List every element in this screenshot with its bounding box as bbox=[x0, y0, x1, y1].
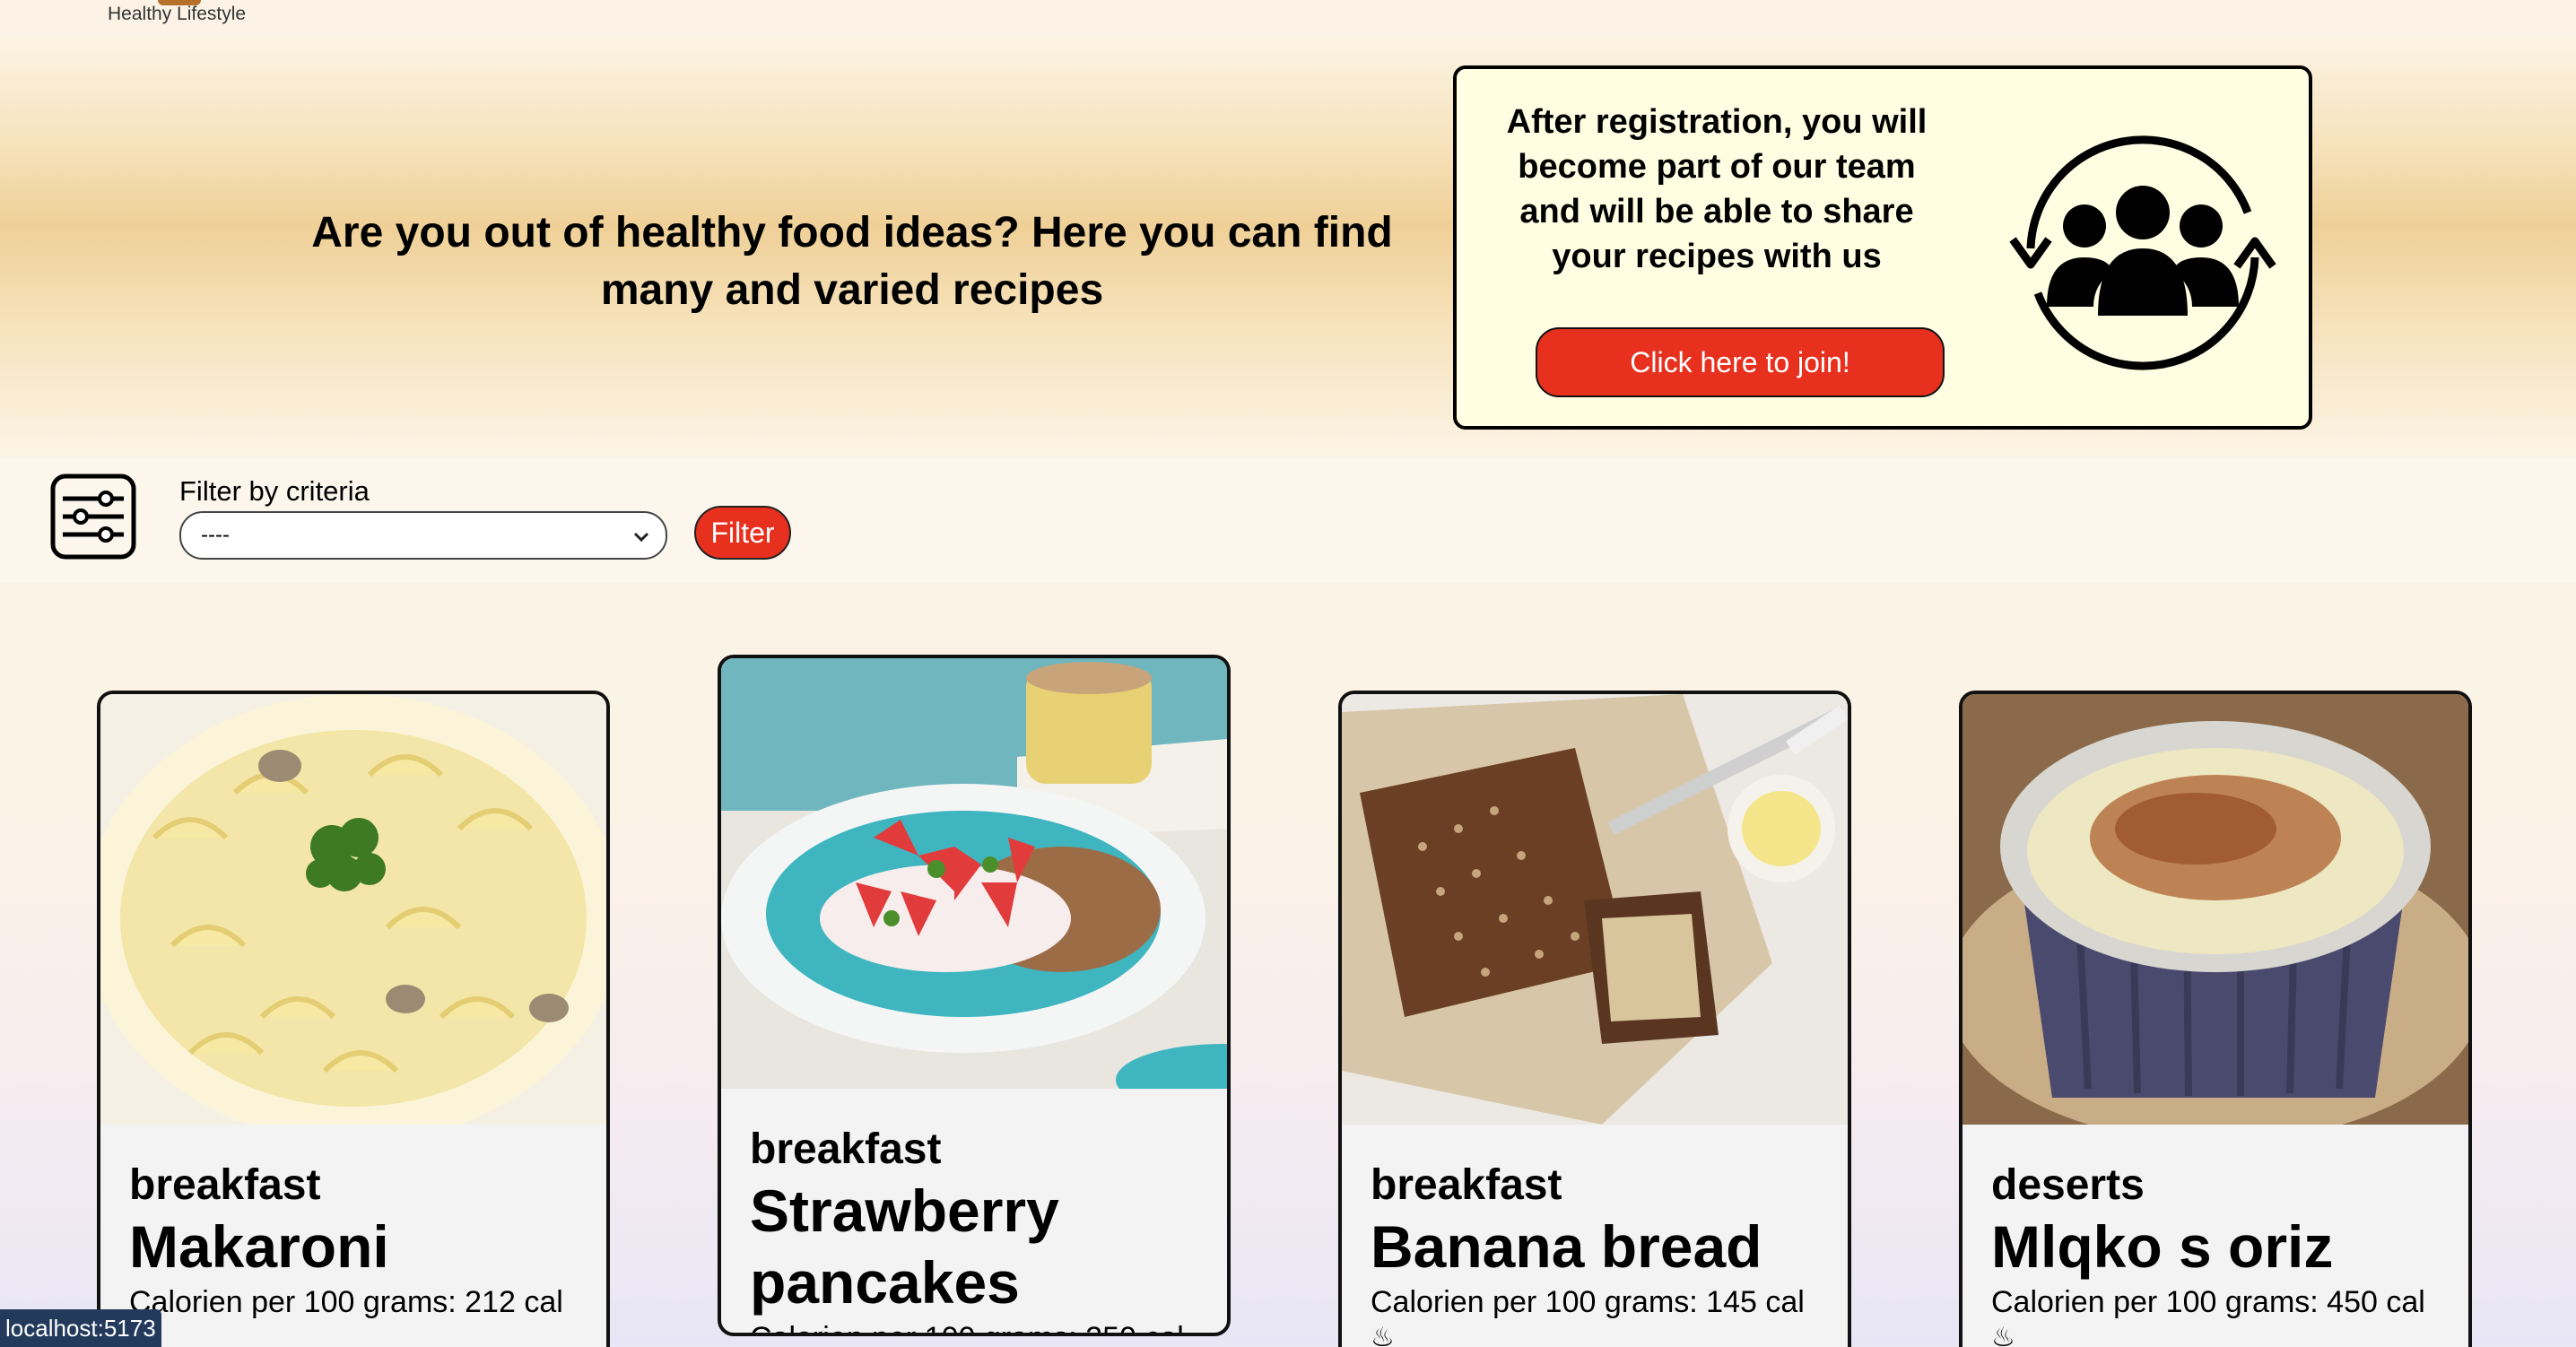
status-url: localhost:5173 bbox=[0, 1309, 161, 1347]
join-card: After registration, you will become part… bbox=[1453, 65, 2312, 430]
recipe-image[interactable] bbox=[721, 658, 1227, 1089]
chef-icon: ♨ bbox=[129, 1322, 578, 1347]
filter-bar: Filter by criteria ---- Filter bbox=[0, 457, 2576, 583]
join-text: After registration, you will become part… bbox=[1506, 103, 1928, 275]
filter-selected-value: ---- bbox=[201, 523, 230, 547]
recipe-body: breakfast Strawberry pancakes Calorien p… bbox=[750, 1125, 1198, 1333]
recipe-image[interactable] bbox=[100, 694, 606, 1125]
recipe-card[interactable]: breakfast Makaroni Calorien per 100 gram… bbox=[97, 691, 610, 1347]
recipe-category: breakfast bbox=[750, 1125, 942, 1173]
recipe-body: breakfast Makaroni Calorien per 100 gram… bbox=[129, 1160, 578, 1347]
recipe-category: breakfast bbox=[129, 1161, 321, 1209]
team-icon bbox=[2009, 135, 2276, 370]
recipe-body: breakfast Banana bread Calorien per 100 … bbox=[1371, 1160, 1819, 1347]
brand-header: Healthy Lifestyle bbox=[0, 0, 2576, 36]
chef-icon: ♨ bbox=[1371, 1323, 1395, 1347]
filter-label: Filter by criteria bbox=[179, 475, 370, 507]
recipe-image[interactable] bbox=[1342, 694, 1848, 1125]
brand-name[interactable]: Healthy Lifestyle bbox=[108, 4, 246, 25]
recipe-calories: Calorien per 100 grams: 212 cal bbox=[129, 1285, 563, 1319]
recipe-calories: Calorien per 100 grams: 450 cal bbox=[1991, 1285, 2425, 1319]
hero-banner: Are you out of healthy food ideas? Here … bbox=[0, 36, 2576, 457]
recipe-card[interactable]: breakfast Strawberry pancakes Calorien p… bbox=[718, 655, 1231, 1336]
chevron-down-icon bbox=[633, 532, 649, 543]
recipe-image[interactable] bbox=[1962, 694, 2468, 1125]
chef-icon: ♨ bbox=[1991, 1323, 2015, 1347]
recipe-card[interactable]: deserts Mlqko s oriz Calorien per 100 gr… bbox=[1959, 691, 2472, 1347]
recipe-category: breakfast bbox=[1371, 1161, 1562, 1209]
recipe-title: Makaroni bbox=[129, 1213, 389, 1280]
filter-sliders-icon[interactable] bbox=[50, 474, 136, 560]
recipe-calories: Calorien per 100 grams: 250 cal bbox=[750, 1318, 1198, 1333]
recipe-title: Mlqko s oriz bbox=[1991, 1213, 2334, 1280]
recipe-calories: Calorien per 100 grams: 145 cal bbox=[1371, 1285, 1805, 1319]
recipe-body: deserts Mlqko s oriz Calorien per 100 gr… bbox=[1991, 1160, 2440, 1347]
recipe-card[interactable]: breakfast Banana bread Calorien per 100 … bbox=[1338, 691, 1851, 1347]
join-button[interactable]: Click here to join! bbox=[1536, 327, 1945, 397]
recipe-category: deserts bbox=[1991, 1161, 2145, 1209]
filter-criteria-select[interactable]: ---- bbox=[179, 511, 667, 560]
hero-title: Are you out of healthy food ideas? Here … bbox=[311, 209, 1393, 314]
recipe-title: Strawberry pancakes bbox=[750, 1178, 1059, 1316]
filter-button[interactable]: Filter bbox=[694, 506, 791, 560]
recipe-title: Banana bread bbox=[1371, 1213, 1762, 1280]
